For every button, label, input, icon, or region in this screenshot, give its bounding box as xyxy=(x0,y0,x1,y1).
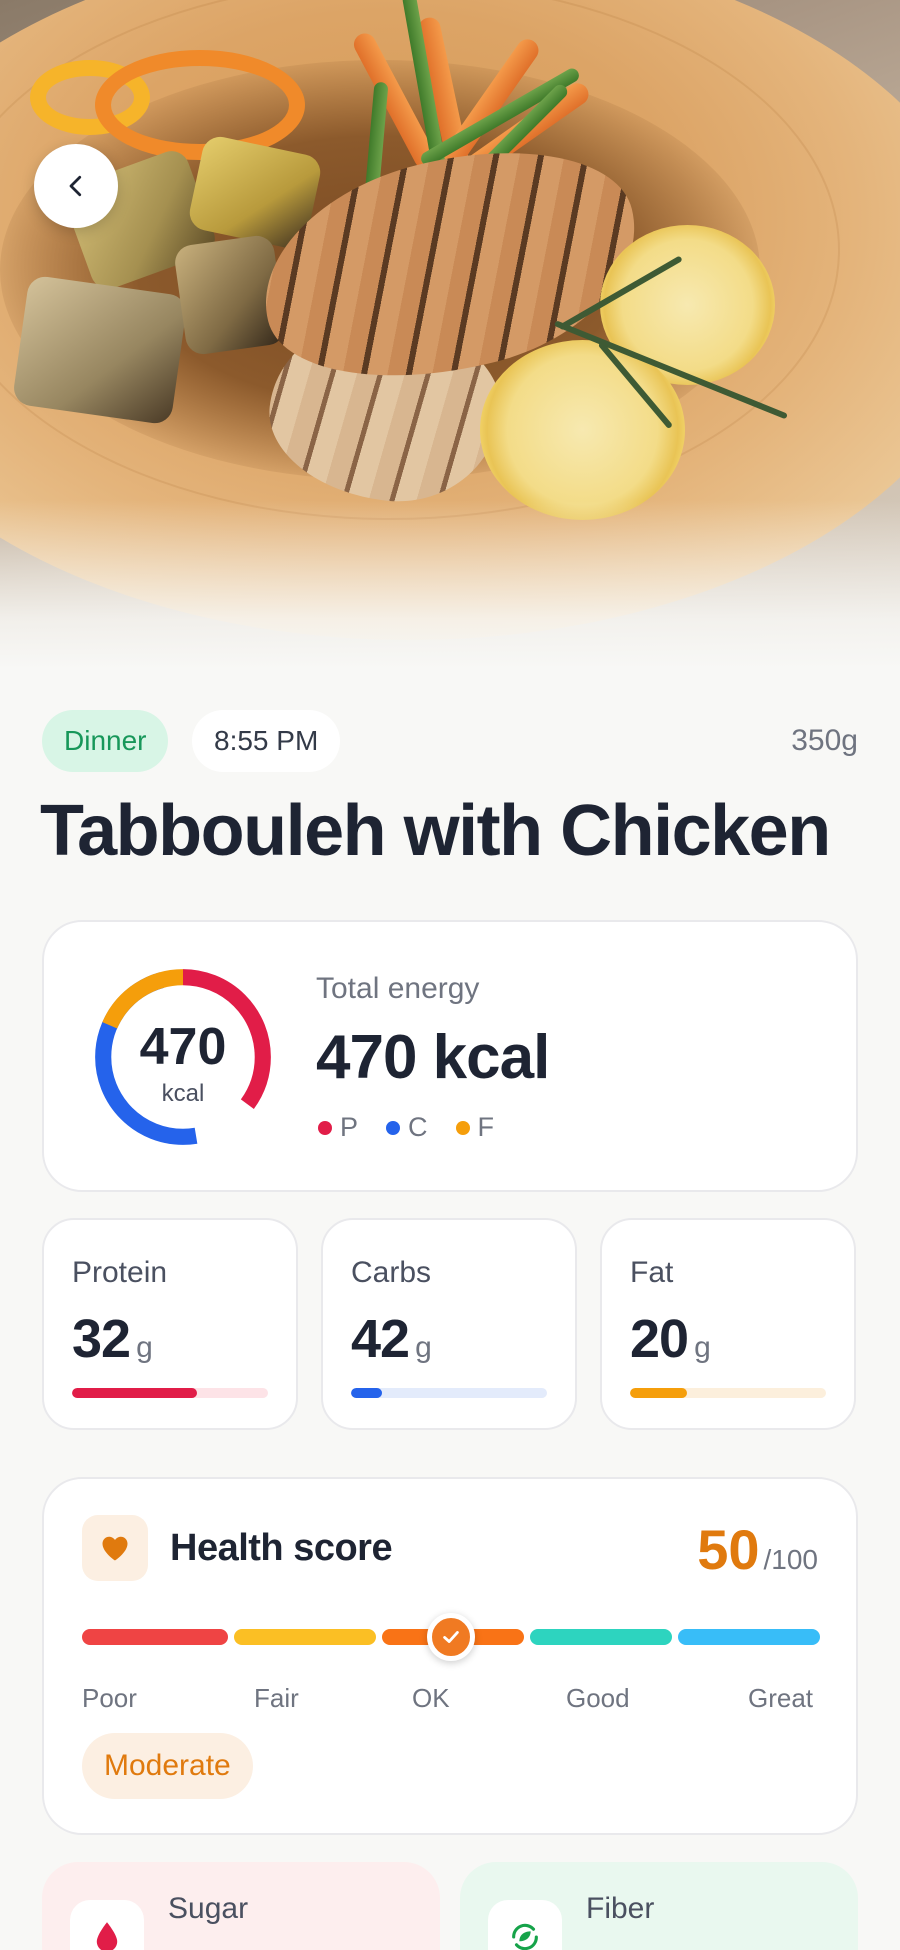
health-score-title: Health score xyxy=(170,1527,393,1569)
macro-value: 42 g xyxy=(351,1309,432,1369)
macro-label: Carbs xyxy=(351,1256,432,1289)
protein-progress-bar xyxy=(72,1388,268,1398)
leaf-cycle-icon xyxy=(512,1923,538,1950)
macro-value: 20 g xyxy=(630,1309,711,1369)
ring-center-unit: kcal xyxy=(161,1080,205,1107)
health-score-value: 50 /100 xyxy=(697,1518,818,1581)
meal-time-chip[interactable]: 8:55 PM xyxy=(192,710,341,772)
macro-value: 32 g xyxy=(72,1309,153,1369)
energy-label: Total energy xyxy=(316,972,480,1005)
meal-type-chip[interactable]: Dinner xyxy=(42,710,169,772)
score-indicator-knob xyxy=(427,1613,475,1661)
drop-icon xyxy=(96,1922,118,1950)
drop-icon-box xyxy=(70,1900,144,1950)
sugar-label: Sugar xyxy=(168,1892,249,1925)
chevron-left-icon xyxy=(69,175,82,197)
fat-card[interactable]: Fat 20 g xyxy=(600,1218,856,1430)
legend-dot xyxy=(455,1120,470,1135)
check-icon xyxy=(443,1631,459,1643)
energy-value: 470 kcal xyxy=(316,1023,550,1092)
progress-fill xyxy=(351,1388,383,1398)
energy-card: 470 kcal Total energy 470 kcal P C F xyxy=(42,920,858,1192)
scale-label-poor: Poor xyxy=(82,1683,137,1713)
heart-icon-box xyxy=(82,1515,148,1581)
scale-segment-fair xyxy=(234,1629,376,1645)
health-score-card[interactable]: Health score 50 /100 Poor Fair OK Good G… xyxy=(42,1477,858,1835)
meal-title: Tabbouleh with Chicken xyxy=(40,791,831,871)
scale-segment-great xyxy=(678,1629,820,1645)
back-button[interactable] xyxy=(34,144,118,228)
progress-fill xyxy=(630,1388,687,1398)
fat-progress-bar xyxy=(630,1388,826,1398)
legend-protein: P xyxy=(318,1112,358,1143)
progress-fill xyxy=(72,1388,198,1398)
legend-dot xyxy=(318,1120,332,1135)
carbs-card[interactable]: Carbs 42 g xyxy=(321,1218,577,1430)
scale-label-good: Good xyxy=(566,1683,630,1713)
heart-icon xyxy=(102,1536,128,1561)
legend-carbs: C xyxy=(386,1112,428,1143)
macro-label: Protein xyxy=(72,1256,168,1289)
scale-segment-good xyxy=(530,1629,672,1645)
scale-label-fair: Fair xyxy=(254,1683,299,1713)
scale-label-ok: OK xyxy=(412,1683,450,1713)
health-rating-chip: Moderate xyxy=(82,1733,253,1799)
scale-label-great: Great xyxy=(748,1683,814,1713)
ring-center-value: 470 xyxy=(139,1018,227,1076)
leaf-cycle-icon-box xyxy=(488,1900,562,1950)
macro-label: Fat xyxy=(630,1256,674,1289)
meal-meta-row: Dinner 8:55 PM 350g xyxy=(42,710,858,772)
legend-fat: F xyxy=(455,1112,494,1143)
scale-segment-poor xyxy=(82,1629,228,1645)
legend-dot xyxy=(386,1120,401,1135)
portion-weight: 350g xyxy=(791,724,858,757)
macro-legend: P C F xyxy=(318,1112,494,1143)
fiber-label: Fiber xyxy=(586,1892,655,1925)
fiber-card[interactable]: Fiber xyxy=(460,1862,858,1950)
sugar-card[interactable]: Sugar xyxy=(42,1862,440,1950)
protein-card[interactable]: Protein 32 g xyxy=(42,1218,298,1430)
carbs-progress-bar xyxy=(351,1388,547,1398)
hero-food-photo xyxy=(0,0,900,670)
